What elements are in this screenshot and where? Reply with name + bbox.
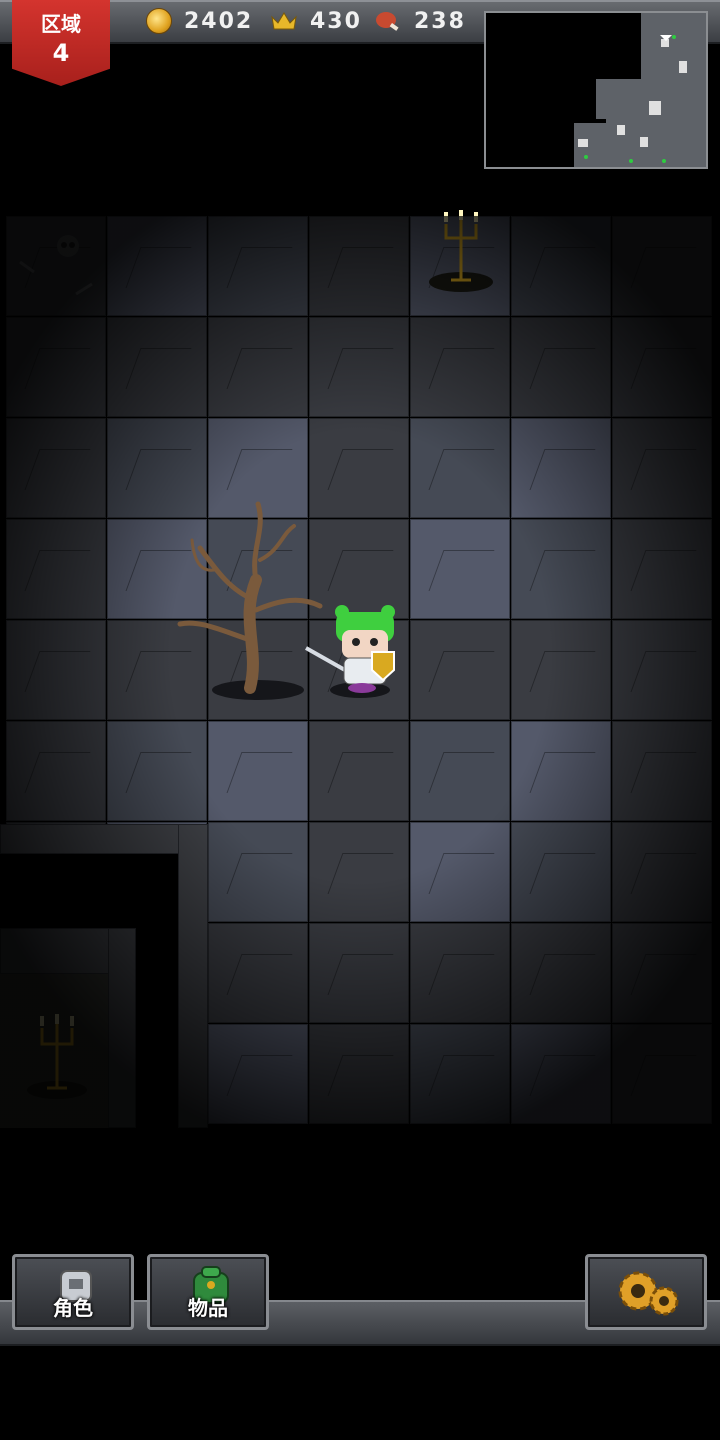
gears-icon xyxy=(618,1271,679,1316)
floor-tile[interactable] xyxy=(309,923,409,1023)
floor-tile[interactable] xyxy=(6,721,106,821)
zone-label: 区域 xyxy=(41,12,81,36)
floor-tile[interactable] xyxy=(6,317,106,417)
floor-tile[interactable] xyxy=(410,418,510,518)
floor-tile[interactable] xyxy=(612,317,712,417)
floor-tile[interactable] xyxy=(208,216,308,316)
meat-icon xyxy=(376,12,399,31)
void-area xyxy=(0,850,178,930)
zone-badge: 区域 4 xyxy=(12,0,110,86)
floor-tile[interactable] xyxy=(612,418,712,518)
floor-tile[interactable] xyxy=(511,216,611,316)
floor-tile[interactable] xyxy=(410,822,510,922)
floor-tile[interactable] xyxy=(612,1024,712,1124)
floor-tile[interactable] xyxy=(511,1024,611,1124)
floor-tile[interactable] xyxy=(511,721,611,821)
floor-tile[interactable] xyxy=(208,822,308,922)
crown-counter: 430 xyxy=(270,6,362,36)
floor-tile[interactable] xyxy=(107,721,207,821)
coin-value: 2402 xyxy=(184,8,254,34)
floor-tile[interactable] xyxy=(309,317,409,417)
floor-tile[interactable] xyxy=(410,620,510,720)
coin-icon xyxy=(146,8,172,34)
minimap-rooms xyxy=(574,13,706,167)
floor-tile[interactable] xyxy=(511,620,611,720)
minimap[interactable] xyxy=(484,11,708,169)
floor-tile[interactable] xyxy=(612,721,712,821)
items-button[interactable]: 物品 xyxy=(147,1254,269,1330)
floor-tile[interactable] xyxy=(612,519,712,619)
floor-tile[interactable] xyxy=(309,822,409,922)
void-area xyxy=(136,928,178,1128)
floor-tile[interactable] xyxy=(410,1024,510,1124)
stone-wall xyxy=(108,928,136,1128)
floor-tile[interactable] xyxy=(6,620,106,720)
stone-wall xyxy=(0,824,205,854)
floor-tile[interactable] xyxy=(208,317,308,417)
floor-tile[interactable] xyxy=(410,721,510,821)
floor-tile[interactable] xyxy=(208,1024,308,1124)
floor-tile[interactable] xyxy=(208,923,308,1023)
crown-icon xyxy=(271,12,297,30)
floor-tile[interactable] xyxy=(6,418,106,518)
crown-value: 430 xyxy=(310,8,362,34)
floor-tile[interactable] xyxy=(309,1024,409,1124)
floor-tile[interactable] xyxy=(511,519,611,619)
floor-tile[interactable] xyxy=(511,317,611,417)
floor-tile[interactable] xyxy=(6,519,106,619)
candelabra-icon xyxy=(27,1014,87,1099)
character-button[interactable]: 角色 xyxy=(12,1254,134,1330)
character-label: 角色 xyxy=(53,1296,93,1320)
items-label: 物品 xyxy=(188,1296,228,1320)
candelabra-icon xyxy=(429,210,493,292)
floor-tile[interactable] xyxy=(309,721,409,821)
coin-counter: 2402 xyxy=(146,6,253,36)
floor-tile[interactable] xyxy=(511,923,611,1023)
floor-tile[interactable] xyxy=(511,418,611,518)
floor-tile[interactable] xyxy=(309,216,409,316)
bones-icon xyxy=(19,235,93,296)
settings-button[interactable] xyxy=(585,1254,707,1330)
floor-tile[interactable] xyxy=(107,216,207,316)
floor-tile[interactable] xyxy=(410,923,510,1023)
stone-wall xyxy=(178,824,208,1128)
food-value: 238 xyxy=(414,8,466,34)
food-counter: 238 xyxy=(374,6,466,36)
floor-tile[interactable] xyxy=(612,923,712,1023)
hero-character[interactable] xyxy=(302,604,402,700)
floor-tile[interactable] xyxy=(612,822,712,922)
floor-tile[interactable] xyxy=(208,721,308,821)
floor-tile[interactable] xyxy=(410,519,510,619)
floor-tile[interactable] xyxy=(612,620,712,720)
floor-tile[interactable] xyxy=(612,216,712,316)
zone-number: 4 xyxy=(52,39,70,67)
floor-tile[interactable] xyxy=(107,317,207,417)
floor-tile[interactable] xyxy=(410,317,510,417)
floor-tile[interactable] xyxy=(511,822,611,922)
